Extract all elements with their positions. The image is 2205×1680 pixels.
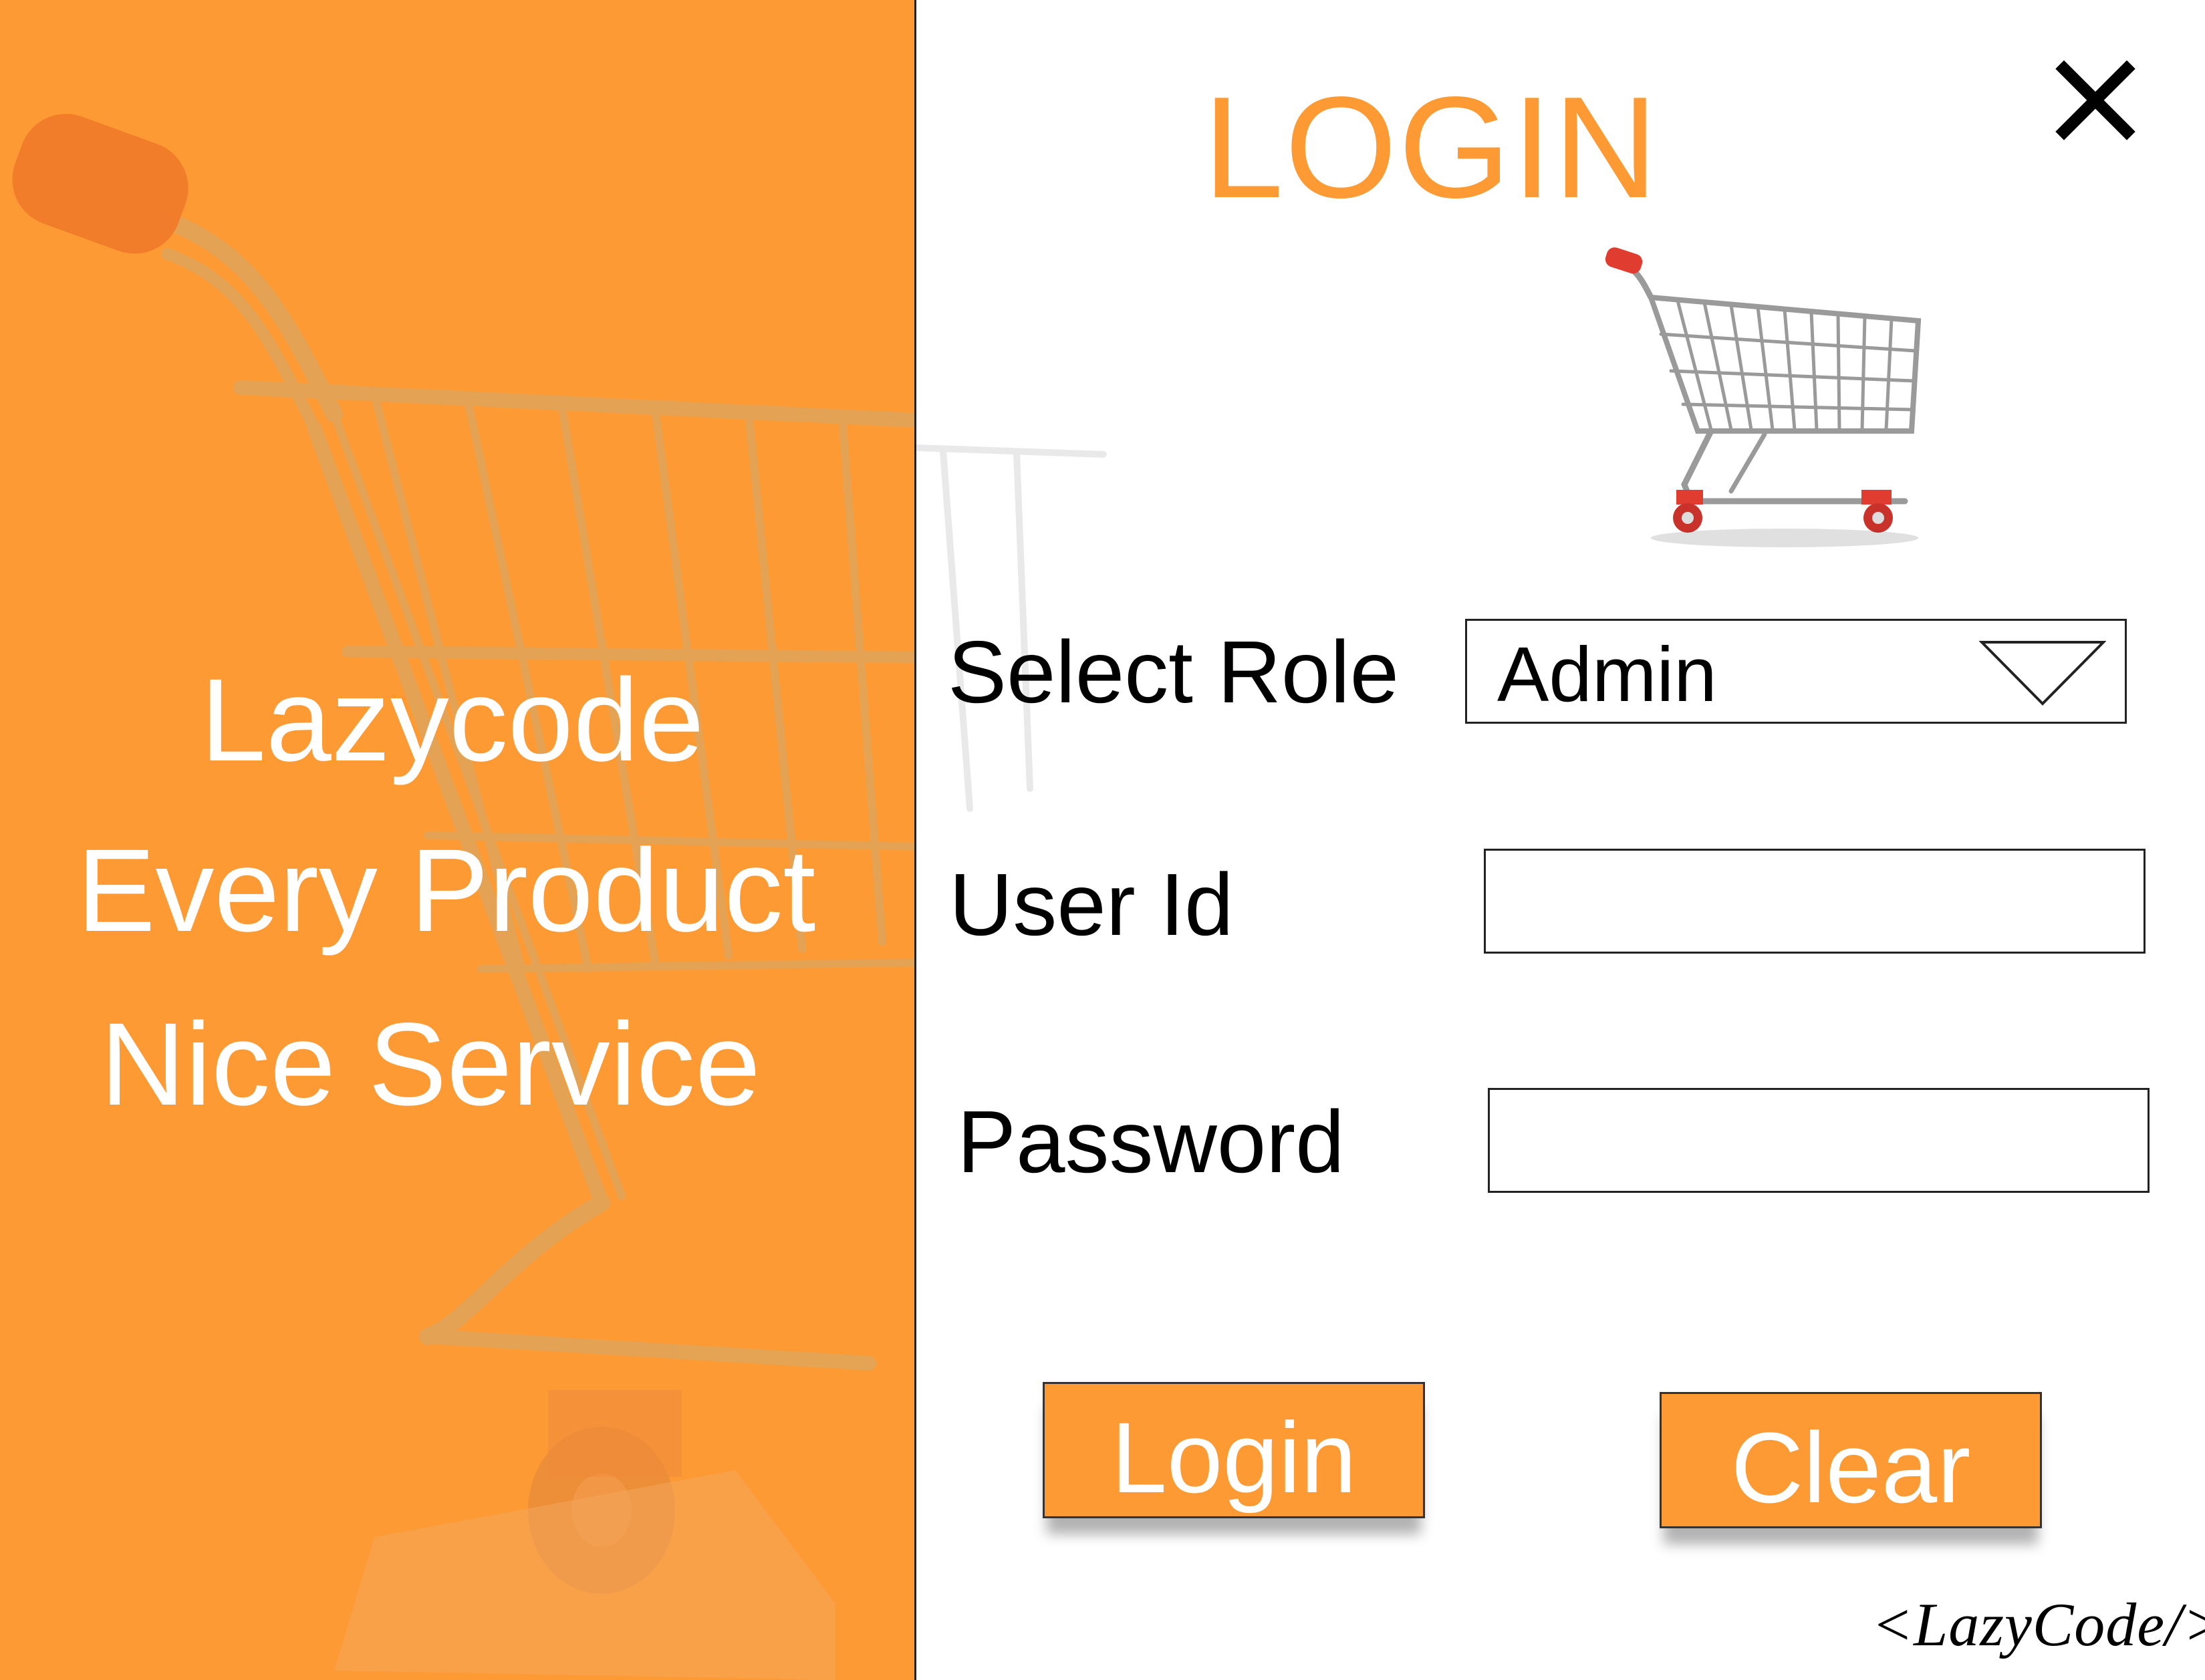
login-button-label: Login xyxy=(1111,1401,1357,1514)
user-id-field[interactable] xyxy=(1484,849,2146,954)
password-label: Password xyxy=(957,1093,1345,1191)
page-title: LOGIN xyxy=(1203,66,1660,228)
slogan-line-2: Every Product xyxy=(77,825,816,956)
shopping-cart-icon xyxy=(1605,247,1922,547)
login-button[interactable]: Login xyxy=(1043,1382,1425,1518)
role-select-value: Admin xyxy=(1497,631,1717,718)
brand-panel: Lazycode Every Product Nice Service xyxy=(0,0,916,1680)
cart-background-fade xyxy=(916,444,1107,812)
select-role-label: Select Role xyxy=(948,623,1400,721)
password-field[interactable] xyxy=(1488,1088,2150,1193)
lazycode-watermark: <LazyCode/> xyxy=(1871,1590,2205,1659)
clear-button-label: Clear xyxy=(1730,1411,1971,1524)
user-id-label: User Id xyxy=(949,855,1234,954)
close-icon[interactable] xyxy=(2052,57,2139,144)
role-select[interactable]: Admin xyxy=(1465,619,2127,724)
slogan-line-3: Nice Service xyxy=(100,999,761,1130)
slogan-line-1: Lazycode xyxy=(201,655,704,786)
chevron-down-icon[interactable] xyxy=(1979,640,2106,706)
clear-button[interactable]: Clear xyxy=(1660,1392,2042,1528)
login-window: Lazycode Every Product Nice Service LOGI… xyxy=(0,0,2205,1680)
